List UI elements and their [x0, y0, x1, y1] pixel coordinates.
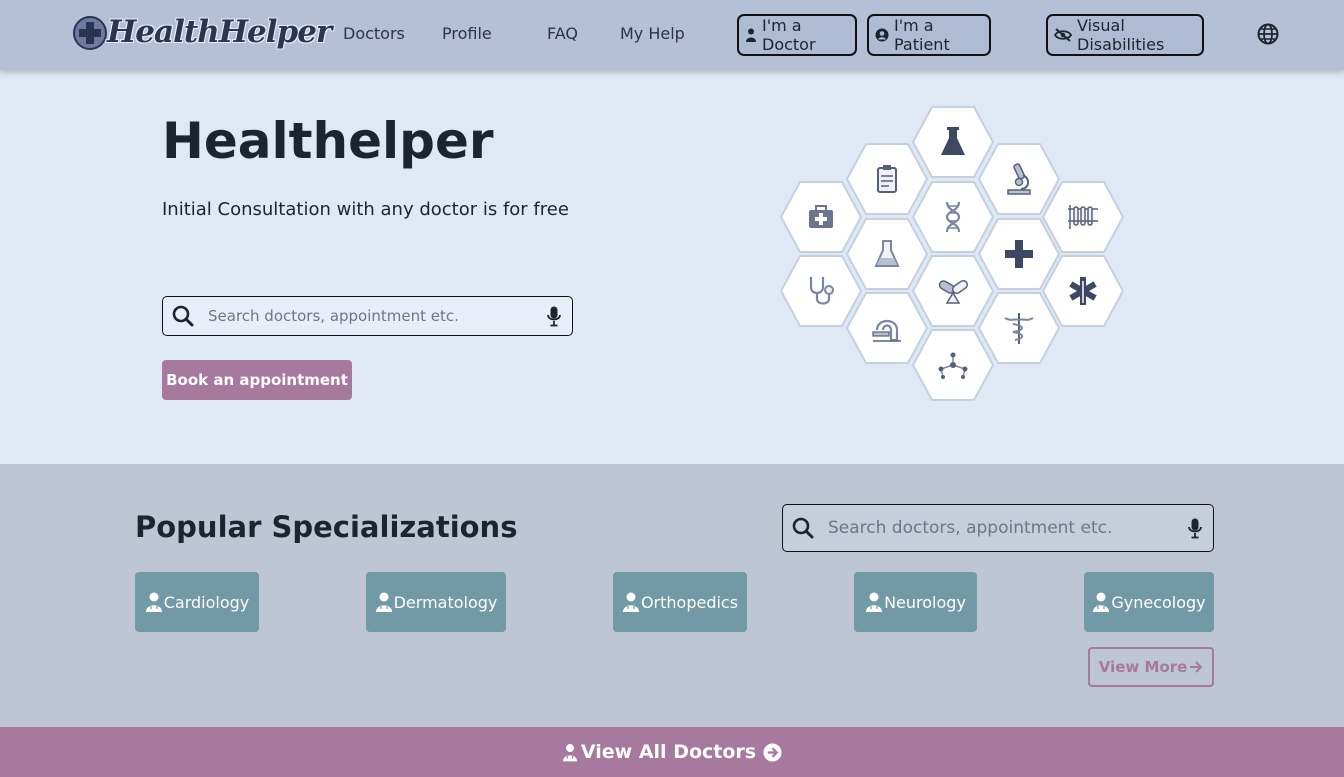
specializations-title: Popular Specializations [135, 510, 518, 544]
doctor-icon [562, 743, 578, 761]
microphone-icon[interactable] [1188, 518, 1202, 539]
specialization-label: Cardiology [163, 592, 250, 612]
xray-machine-icon [872, 319, 901, 342]
hero-search-bar: Search doctors, appointment etc. [162, 296, 573, 336]
visual-disabilities-button[interactable]: Visual Disabilities [1046, 14, 1204, 56]
specialization-label: Neurology [884, 592, 966, 612]
specializations-search-input[interactable]: Search doctors, appointment etc. [828, 518, 1188, 538]
view-all-doctors-label: View All Doctors [580, 741, 757, 763]
doctor-icon [746, 28, 756, 42]
user-circle-icon [875, 28, 889, 42]
hero-search-input[interactable]: Search doctors, appointment etc. [208, 307, 547, 325]
hex-tile [911, 328, 995, 402]
molecule-icon [938, 352, 968, 379]
arrow-circle-right-icon [763, 742, 782, 762]
view-more-button[interactable]: View More [1088, 647, 1214, 687]
arrow-right-icon [1190, 661, 1203, 673]
caduceus-icon [1004, 313, 1034, 344]
eye-slash-icon [1054, 28, 1072, 42]
specialization-neurology-button[interactable]: Neurology [854, 572, 977, 632]
visual-disabilities-label: Visual Disabilities [1077, 16, 1165, 54]
doctor-icon [866, 592, 883, 612]
flask-icon [941, 127, 965, 155]
medkit-icon [809, 205, 833, 228]
star-of-life-icon [1069, 277, 1097, 305]
nav-doctors-link[interactable]: Doctors [343, 24, 405, 43]
medical-cross-logo-icon [73, 16, 107, 50]
nav-profile-link[interactable]: Profile [442, 24, 492, 43]
logo-text: HealthHelper [107, 14, 332, 50]
doctor-icon [622, 592, 639, 612]
specialization-dermatology-button[interactable]: Dermatology [366, 572, 506, 632]
stethoscope-icon [809, 277, 834, 305]
nav-my-help-link[interactable]: My Help [620, 24, 685, 43]
doctor-icon [1093, 592, 1110, 612]
book-appointment-button[interactable]: Book an appointment [162, 360, 352, 400]
clipboard-icon [877, 165, 897, 193]
medical-cross-icon [1005, 240, 1033, 268]
view-more-label: View More [1098, 658, 1188, 676]
beaker-icon [874, 240, 900, 267]
specialization-cardiology-button[interactable]: Cardiology [135, 572, 259, 632]
patient-login-button[interactable]: I'm a Patient [867, 14, 991, 56]
doctor-icon [145, 592, 162, 612]
doctor-icon [375, 592, 392, 612]
hero-subtitle: Initial Consultation with any doctor is … [162, 199, 569, 220]
specialization-gynecology-button[interactable]: Gynecology [1084, 572, 1214, 632]
pills-icon [938, 279, 969, 304]
specializations-search-bar: Search doctors, appointment etc. [782, 504, 1214, 552]
globe-icon[interactable] [1257, 23, 1279, 45]
specialization-label: Dermatology [393, 592, 498, 612]
specialization-label: Gynecology [1111, 592, 1206, 612]
doctor-login-button[interactable]: I'm a Doctor [737, 14, 857, 56]
specialization-orthopedics-button[interactable]: Orthopedics [613, 572, 747, 632]
medical-hex-illustration [775, 105, 1130, 405]
microphone-icon[interactable] [547, 306, 561, 327]
hero-title: Healthelper [162, 112, 494, 170]
patient-login-label: I'm a Patient [894, 16, 950, 54]
dna-icon [945, 201, 961, 233]
microscope-icon [1007, 163, 1031, 195]
navbar: HealthHelper Doctors Profile FAQ My Help… [0, 0, 1344, 70]
test-tubes-icon [1068, 205, 1098, 229]
specialization-label: Orthopedics [640, 592, 739, 612]
logo[interactable]: HealthHelper [73, 14, 332, 58]
search-icon [172, 305, 194, 327]
search-icon [792, 517, 814, 539]
nav-faq-link[interactable]: FAQ [547, 24, 578, 43]
view-all-doctors-bar[interactable]: View All Doctors [0, 727, 1344, 777]
doctor-login-label: I'm a Doctor [762, 16, 816, 54]
